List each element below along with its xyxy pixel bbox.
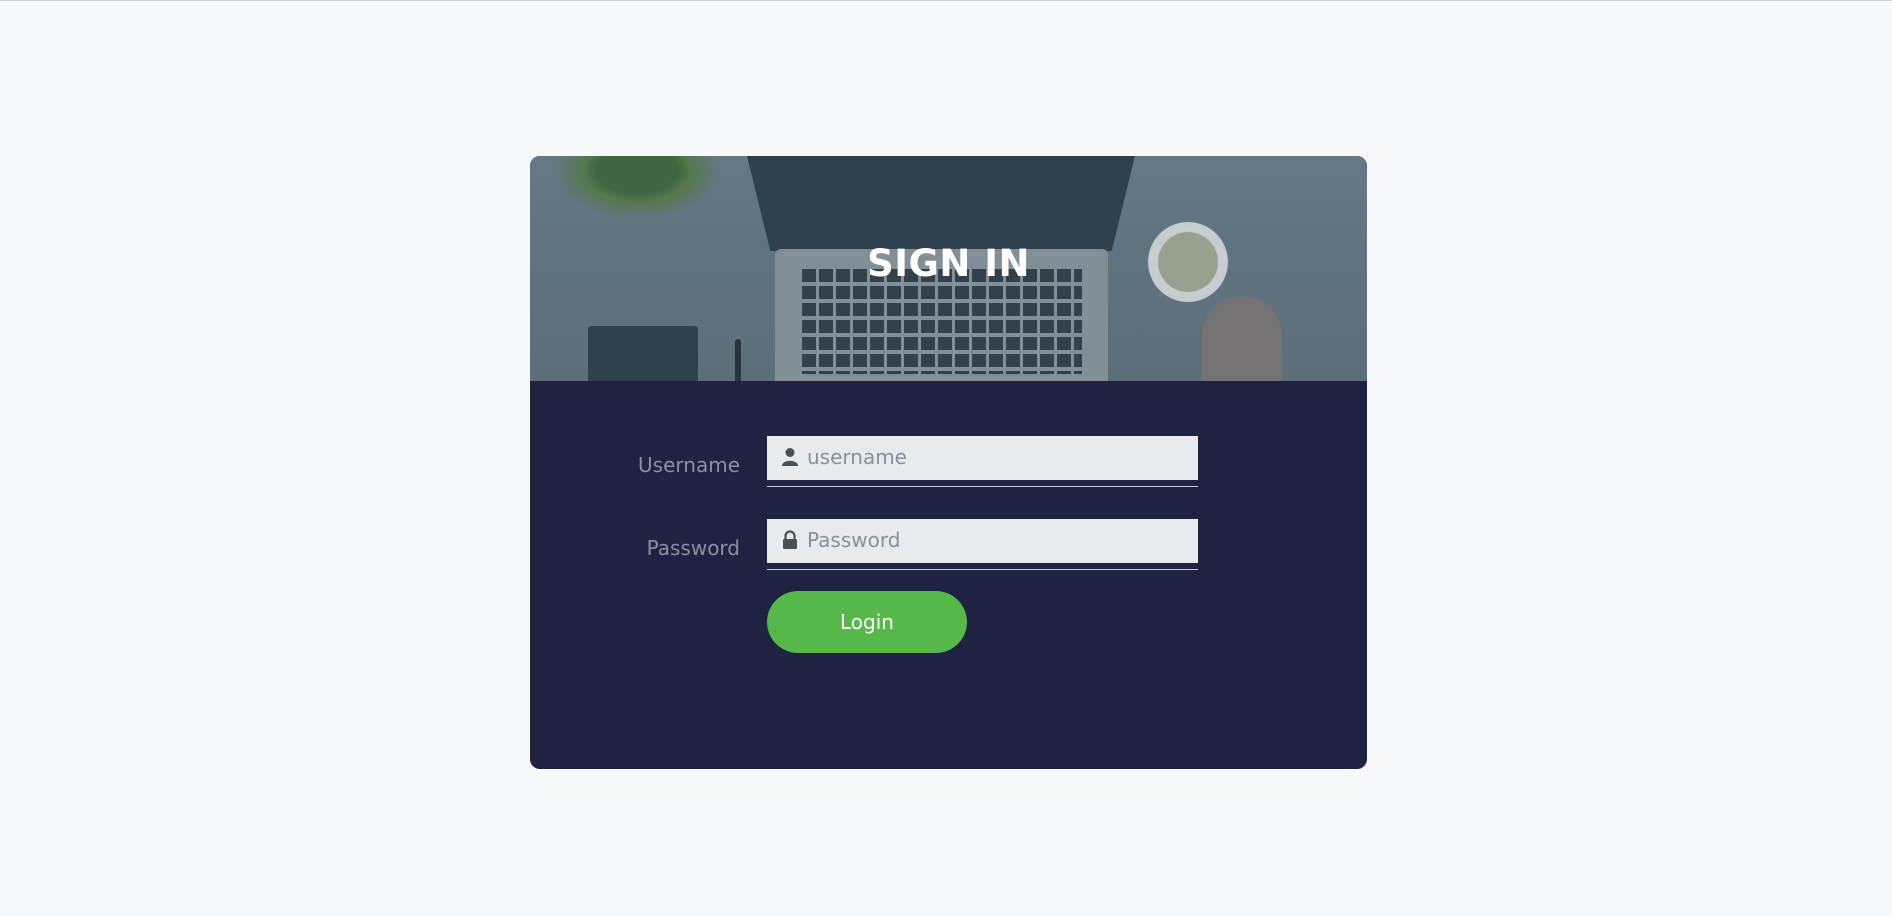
username-label: Username <box>638 453 740 477</box>
username-field <box>767 436 1198 480</box>
hero-banner: SIGN IN <box>530 156 1367 381</box>
username-underline <box>767 486 1198 487</box>
password-row: Password <box>530 519 1367 579</box>
username-input[interactable] <box>807 436 1187 478</box>
top-divider <box>0 0 1892 1</box>
password-label: Password <box>646 536 740 560</box>
username-row: Username <box>530 436 1367 496</box>
user-icon <box>781 447 799 467</box>
login-form: Username Password <box>530 381 1367 769</box>
password-underline <box>767 569 1198 570</box>
login-card: SIGN IN Username Password <box>530 156 1367 769</box>
lock-icon <box>781 530 799 550</box>
password-input[interactable] <box>807 519 1187 561</box>
login-button[interactable]: Login <box>767 591 967 653</box>
page-title: SIGN IN <box>867 242 1030 285</box>
password-field <box>767 519 1198 563</box>
